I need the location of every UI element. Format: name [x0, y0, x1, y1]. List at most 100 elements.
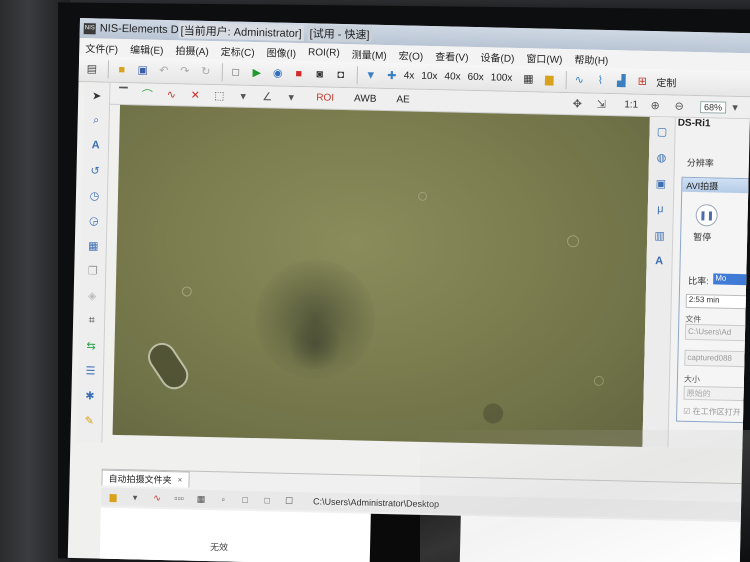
menu-calibration[interactable]: 定标(C) [221, 43, 255, 59]
layers-icon[interactable]: ☰ [81, 361, 99, 379]
camera-settings-icon[interactable]: ◘ [332, 65, 350, 83]
objective-4x-button[interactable]: 4x [404, 70, 415, 81]
dropdown-icon[interactable]: ▾ [127, 490, 143, 504]
pointer-icon[interactable]: ➤ [88, 86, 106, 104]
dropdown-icon[interactable]: ▾ [282, 89, 300, 105]
waveform-icon[interactable]: ∿ [570, 71, 588, 89]
grid-m-icon[interactable]: ▦ [84, 236, 102, 254]
ae-button[interactable]: AE [396, 94, 410, 105]
menu-file[interactable]: 文件(F) [85, 40, 118, 56]
stop-live-icon[interactable]: □ [227, 63, 245, 81]
refresh-icon[interactable]: ↻ [197, 62, 215, 80]
timer-m-icon[interactable]: ◶ [85, 211, 103, 229]
camera-icon[interactable]: ◙ [311, 65, 329, 83]
close-icon[interactable]: × [177, 475, 182, 484]
menu-macro[interactable]: 宏(O) [399, 47, 424, 63]
layout-icon[interactable]: ▤ [83, 60, 101, 78]
gear-icon[interactable]: ✱ [81, 386, 99, 404]
zoom-icon[interactable]: ⌕ [87, 111, 105, 129]
chart-icon[interactable]: ▟ [612, 72, 630, 90]
objective-10x-button[interactable]: 10x [421, 71, 437, 82]
crop-icon[interactable]: ⌗ [82, 311, 100, 329]
view-xlarge-icon[interactable]: ☐ [281, 494, 297, 508]
thumbnails-grid-icon[interactable]: ▦ [193, 492, 209, 506]
size-select[interactable]: 原始的 [683, 385, 746, 402]
window-user: [当前用户: Administrator] [178, 22, 304, 42]
objective-60x-button[interactable]: 60x [467, 72, 483, 83]
view-large-icon[interactable]: □ [259, 493, 275, 507]
play-live-icon[interactable]: ▶ [248, 63, 266, 81]
objective-100x-button[interactable]: 100x [491, 72, 513, 83]
microscope-icon[interactable]: ▼ [362, 66, 380, 84]
save-icon[interactable]: ▣ [134, 61, 152, 79]
circle-icon[interactable]: ◍ [653, 149, 669, 165]
menu-view[interactable]: 查看(V) [435, 48, 469, 64]
menu-help[interactable]: 帮助(H) [574, 51, 608, 67]
paint-icon[interactable]: ✎ [80, 411, 98, 429]
auto-contrast-icon[interactable]: ⬚ [210, 87, 228, 103]
menu-roi[interactable]: ROI(R) [308, 47, 340, 59]
menu-window[interactable]: 窗口(W) [526, 50, 562, 66]
undo-icon[interactable]: ↶ [155, 61, 173, 79]
pause-button[interactable]: ❚❚ [695, 204, 718, 227]
dropdown-icon[interactable]: ▾ [234, 88, 252, 104]
measure-icon[interactable]: μ [652, 201, 668, 217]
graph-tool-icon[interactable]: ∠ [258, 89, 276, 105]
zoom-percent-select[interactable]: 68% [699, 100, 727, 114]
open-document-checkbox[interactable]: ☑ 在工作区打开 [683, 406, 741, 418]
menu-acquire[interactable]: 拍摄(A) [175, 42, 209, 58]
lut-gradient-icon[interactable]: ▔ [114, 85, 132, 101]
transfer-icon[interactable]: ⇆ [82, 336, 100, 354]
text-icon[interactable]: A [651, 253, 667, 269]
objective-40x-button[interactable]: 40x [444, 71, 460, 82]
size-label: 大小 [683, 374, 701, 385]
image-icon[interactable]: ▣ [653, 175, 669, 191]
toolbar-separator [221, 62, 224, 81]
fit-view-icon[interactable]: ✥ [568, 96, 586, 112]
menu-image[interactable]: 图像(I) [266, 44, 296, 60]
awb-button[interactable]: AWB [354, 93, 377, 105]
toolbar-separator [107, 60, 110, 79]
customize-label[interactable]: 定制 [656, 74, 676, 89]
live-image-view[interactable] [112, 104, 650, 447]
path-field[interactable]: C:\Users\Ad [684, 323, 748, 342]
camera-capture-icon[interactable]: ▦ [519, 69, 537, 87]
thumbnails-small-icon[interactable]: ▫▫▫ [171, 491, 187, 505]
add-objective-icon[interactable]: ✚ [383, 66, 401, 84]
redo-icon[interactable]: ↷ [176, 62, 194, 80]
text-annotation-icon[interactable]: A [86, 136, 104, 154]
menu-devices[interactable]: 设备(D) [480, 49, 514, 65]
grid-icon[interactable]: ⊞ [633, 72, 651, 90]
folder-icon[interactable]: ▆ [540, 70, 558, 88]
filename-field[interactable]: captured088 [684, 349, 747, 368]
zoom-in-icon[interactable]: ⊕ [646, 97, 664, 113]
reset-lut-icon[interactable]: ✕ [186, 87, 204, 103]
record-stop-icon[interactable]: ■ [290, 64, 308, 82]
curve-icon[interactable]: ∿ [162, 86, 180, 102]
timer-a-icon[interactable]: ◷ [85, 186, 103, 204]
particle [593, 375, 605, 386]
view-small-icon[interactable]: ▫ [215, 492, 231, 506]
copy-icon[interactable]: ❐ [84, 261, 102, 279]
histogram-icon[interactable]: ⌒ [138, 86, 156, 102]
compression-select[interactable]: Mo [713, 273, 750, 286]
dropdown-icon[interactable]: ▾ [726, 99, 744, 115]
fill-icon[interactable]: ◈ [83, 286, 101, 304]
capture-icon[interactable]: ◉ [269, 64, 287, 82]
view-medium-icon[interactable]: □ [237, 493, 253, 507]
duration-field[interactable]: 2:53 min [685, 293, 748, 310]
autocapture-folder-tab[interactable]: 自动拍摄文件夹 × [101, 469, 190, 488]
open-folder-icon[interactable]: ■ [113, 60, 131, 78]
menu-measure[interactable]: 测量(M) [352, 46, 387, 62]
pan-icon[interactable]: ⇲ [592, 96, 610, 112]
zoom-out-icon[interactable]: ⊖ [670, 98, 688, 114]
folder-icon[interactable]: ▆ [105, 490, 121, 504]
histogram-panel-icon[interactable]: ▥ [652, 227, 668, 243]
graph-icon[interactable]: ∿ [149, 491, 165, 505]
rotate-icon[interactable]: ↺ [86, 161, 104, 179]
roi-button[interactable]: ROI [316, 92, 334, 103]
menu-edit[interactable]: 编辑(E) [130, 41, 164, 57]
frame-icon[interactable]: ▢ [654, 123, 670, 139]
graph-icon[interactable]: ⌇ [591, 71, 609, 89]
ratio-button[interactable]: 1:1 [624, 99, 638, 110]
